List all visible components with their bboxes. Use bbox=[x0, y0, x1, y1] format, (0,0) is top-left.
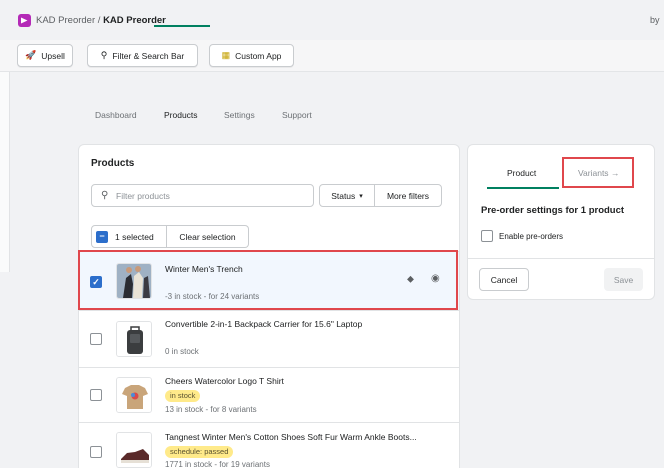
enable-preorders-label: Enable pre-orders bbox=[499, 231, 564, 241]
search-icon: ⚲ bbox=[101, 190, 109, 201]
settings-divider bbox=[467, 258, 655, 259]
clear-selection-button[interactable]: Clear selection bbox=[167, 225, 249, 248]
search-icon: ⚲ bbox=[100, 50, 108, 60]
main-tabs: Dashboard Products Settings Support bbox=[78, 104, 458, 132]
product-name[interactable]: Tangnest Winter Men's Cotton Shoes Soft … bbox=[165, 432, 417, 442]
schedule-status-badge: schedule: passed bbox=[165, 446, 234, 458]
status-filter-button[interactable]: Status ▾ bbox=[319, 184, 375, 207]
tab-support[interactable]: Support bbox=[282, 110, 312, 120]
settings-title: Pre-order settings for 1 product bbox=[481, 205, 625, 216]
more-filters-label: More filters bbox=[386, 190, 430, 201]
clear-selection-label: Clear selection bbox=[179, 231, 236, 242]
product-stock: 1771 in stock - for 19 variants bbox=[165, 460, 270, 468]
row-checkbox[interactable] bbox=[90, 446, 102, 458]
product-stock: 0 in stock bbox=[165, 347, 199, 356]
tab-dashboard[interactable]: Dashboard bbox=[95, 110, 137, 120]
app-logo-icon bbox=[18, 14, 31, 27]
more-filters-button[interactable]: More filters bbox=[374, 184, 442, 207]
enable-preorders-option[interactable]: Enable pre-orders bbox=[481, 230, 563, 242]
variants-tab-highlight bbox=[562, 157, 634, 188]
tab-settings[interactable]: Settings bbox=[224, 110, 255, 120]
left-nav-strip bbox=[0, 72, 10, 272]
product-name[interactable]: Convertible 2-in-1 Backpack Carrier for … bbox=[165, 319, 362, 329]
stock-status-badge: in stock bbox=[165, 390, 201, 402]
upsell-button[interactable]: 🚀 Upsell bbox=[17, 44, 73, 67]
top-bar: KAD Preorder / KAD Preorder by bbox=[0, 0, 664, 40]
breadcrumb: KAD Preorder / KAD Preorder bbox=[36, 15, 166, 26]
selected-count: 1 selected bbox=[115, 231, 154, 242]
product-stock: 13 in stock - for 8 variants bbox=[165, 405, 257, 414]
enable-preorders-checkbox[interactable] bbox=[481, 230, 493, 242]
breadcrumb-separator: / bbox=[95, 15, 104, 26]
bulk-selection-bar: − 1 selected Clear selection bbox=[91, 225, 249, 248]
filter-search-bar-button[interactable]: ⚲ Filter & Search Bar bbox=[87, 44, 198, 67]
tab-product[interactable]: Product bbox=[507, 168, 536, 178]
custom-app-label: Custom App bbox=[235, 50, 282, 61]
tab-products[interactable]: Products bbox=[164, 110, 198, 120]
selected-row-highlight bbox=[78, 250, 458, 310]
settings-active-tab-indicator bbox=[487, 187, 559, 189]
product-row[interactable]: Tangnest Winter Men's Cotton Shoes Soft … bbox=[79, 422, 459, 468]
product-row[interactable]: Convertible 2-in-1 Backpack Carrier for … bbox=[79, 310, 459, 367]
upsell-label: Upsell bbox=[41, 50, 65, 61]
breadcrumb-app[interactable]: KAD Preorder bbox=[36, 15, 95, 26]
bulk-checkbox-icon[interactable]: − bbox=[96, 230, 108, 243]
rocket-icon: 🚀 bbox=[25, 50, 37, 60]
product-thumbnail bbox=[116, 377, 152, 413]
toolbar: 🚀 Upsell ⚲ Filter & Search Bar ▦ Custom … bbox=[0, 40, 664, 72]
cancel-button[interactable]: Cancel bbox=[479, 268, 529, 291]
product-thumbnail bbox=[116, 432, 152, 468]
row-checkbox[interactable] bbox=[90, 389, 102, 401]
products-card-title: Products bbox=[91, 158, 135, 169]
caret-down-icon: ▾ bbox=[359, 192, 363, 200]
header-right-text: by bbox=[650, 15, 660, 25]
product-name[interactable]: Cheers Watercolor Logo T Shirt bbox=[165, 376, 284, 386]
status-filter-label: Status bbox=[331, 190, 356, 201]
filter-products-input[interactable] bbox=[116, 189, 306, 203]
grid-icon: ▦ bbox=[221, 50, 231, 60]
product-row[interactable]: Cheers Watercolor Logo T Shirt in stock … bbox=[79, 367, 459, 422]
filter-search-bar-label: Filter & Search Bar bbox=[112, 50, 185, 61]
active-tab-indicator bbox=[154, 25, 210, 27]
filter-products-search: ⚲ bbox=[91, 184, 314, 207]
custom-app-button[interactable]: ▦ Custom App bbox=[209, 44, 294, 67]
bulk-select-toggle[interactable]: − 1 selected bbox=[91, 225, 167, 248]
product-thumbnail bbox=[116, 321, 152, 357]
row-checkbox[interactable] bbox=[90, 333, 102, 345]
save-button[interactable]: Save bbox=[604, 268, 643, 291]
